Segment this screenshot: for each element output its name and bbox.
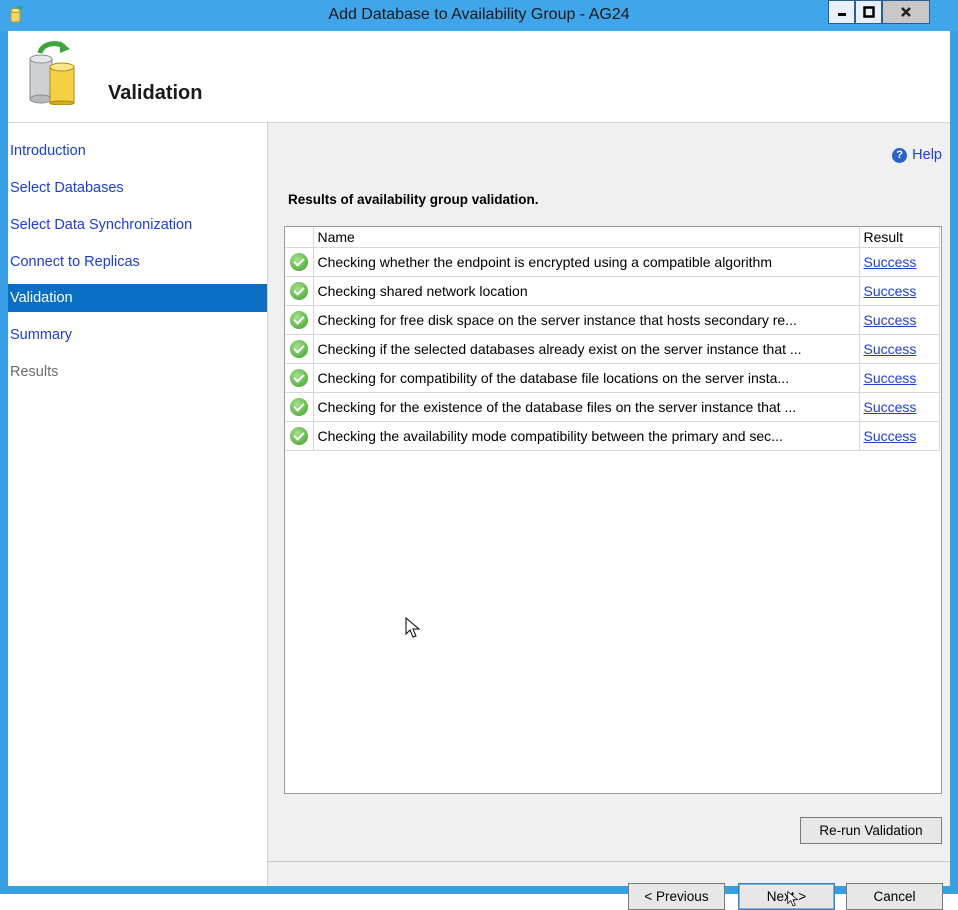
minimize-button[interactable] [828,0,855,24]
check-name: Checking if the selected databases alrea… [313,334,860,364]
success-check-icon [289,398,308,417]
maximize-button[interactable] [855,0,882,24]
check-name: Checking for the existence of the databa… [313,392,860,422]
cancel-button[interactable]: Cancel [846,883,943,910]
wizard-step-nav: Introduction Select Databases Select Dat… [8,123,268,886]
result-column-header[interactable]: Result [859,227,940,248]
wizard-client-area: Validation Introduction Select Databases… [8,31,950,910]
database-sync-icon [29,41,75,105]
close-button[interactable] [882,0,930,24]
nav-item-connect-to-replicas[interactable]: Connect to Replicas [8,248,267,276]
mouse-pointer-icon [787,890,799,907]
result-link[interactable]: Success [864,428,917,444]
nav-item-select-data-synchronization[interactable]: Select Data Synchronization [8,211,267,239]
status-cell [285,305,314,335]
check-name: Checking whether the endpoint is encrypt… [313,247,860,277]
title-bar[interactable]: Add Database to Availability Group - AG2… [0,0,958,31]
status-cell [285,363,314,393]
result-link[interactable]: Success [864,370,917,386]
result-link[interactable]: Success [864,283,917,299]
result-cell: Success [859,392,940,422]
check-name: Checking for compatibility of the databa… [313,363,860,393]
result-link[interactable]: Success [864,341,917,357]
success-check-icon [289,253,308,272]
nav-item-summary[interactable]: Summary [8,321,267,349]
validation-panel: ? Help Results of availability group val… [268,123,950,910]
result-link[interactable]: Success [864,254,917,270]
page-header: Validation [8,31,950,123]
nav-item-introduction[interactable]: Introduction [8,137,267,165]
previous-button[interactable]: < Previous [628,883,725,910]
table-row[interactable]: Checking if the selected databases alrea… [285,334,940,364]
help-label: Help [912,147,942,163]
minimize-icon [837,13,846,16]
footer-divider [268,861,950,862]
maximize-icon [862,6,875,18]
status-cell [285,276,314,306]
results-table: Name Result Checking whether the endpoin… [285,227,940,451]
success-check-icon [289,369,308,388]
result-link[interactable]: Success [864,399,917,415]
check-name: Checking shared network location [313,276,860,306]
status-cell [285,334,314,364]
result-cell: Success [859,421,940,451]
table-row[interactable]: Checking the availability mode compatibi… [285,421,940,451]
name-column-header[interactable]: Name [313,227,860,248]
nav-item-validation[interactable]: Validation [8,284,267,312]
success-check-icon [289,340,308,359]
nav-item-select-databases[interactable]: Select Databases [8,174,267,202]
result-cell: Success [859,305,940,335]
table-row[interactable]: Checking for free disk space on the serv… [285,305,940,335]
table-row[interactable]: Checking for compatibility of the databa… [285,363,940,393]
result-link[interactable]: Success [864,312,917,328]
table-row[interactable]: Checking whether the endpoint is encrypt… [285,247,940,277]
table-header-row: Name Result [285,227,940,248]
page-title: Validation [108,82,203,104]
success-check-icon [289,282,308,301]
wizard-window: Add Database to Availability Group - AG2… [0,0,958,910]
result-cell: Success [859,247,940,277]
success-check-icon [289,311,308,330]
table-row[interactable]: Checking shared network location Success [285,276,940,306]
help-icon: ? [892,147,908,163]
validation-results-grid[interactable]: Name Result Checking whether the endpoin… [284,226,942,794]
status-cell [285,247,314,277]
icon-column-header [285,227,314,248]
status-cell [285,392,314,422]
close-icon [901,7,911,17]
mouse-pointer-icon [405,617,421,638]
help-link[interactable]: ? Help [892,147,942,163]
table-row[interactable]: Checking for the existence of the databa… [285,392,940,422]
results-heading: Results of availability group validation… [288,192,539,207]
success-check-icon [289,427,308,446]
result-cell: Success [859,276,940,306]
check-name: Checking for free disk space on the serv… [313,305,860,335]
result-cell: Success [859,334,940,364]
check-name: Checking the availability mode compatibi… [313,421,860,451]
nav-item-results: Results [10,364,59,380]
result-cell: Success [859,363,940,393]
rerun-validation-button[interactable]: Re-run Validation [800,817,942,844]
window-title: Add Database to Availability Group - AG2… [328,6,630,23]
status-cell [285,421,314,451]
